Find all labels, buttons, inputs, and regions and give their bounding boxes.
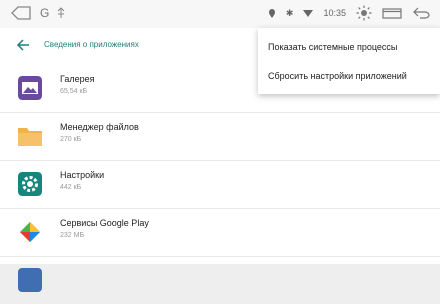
app-list: Галерея 65,54 кБ Менеджер файлов 270 кБ … [0, 64, 440, 292]
menu-item-show-system-processes[interactable]: Показать системные процессы [268, 42, 397, 52]
home-icon[interactable] [10, 6, 32, 20]
window-icon[interactable] [382, 7, 402, 19]
overflow-menu: Показать системные процессы Сбросить нас… [258, 28, 440, 94]
app-size: 270 кБ [60, 136, 82, 143]
google-play-services-icon [20, 222, 40, 242]
status-bar: G ✱ 10:35 [0, 0, 440, 28]
wifi-icon [303, 9, 314, 17]
app-size: 65,54 кБ [60, 88, 88, 95]
list-item-partial[interactable] [0, 256, 440, 304]
folder-icon [18, 128, 42, 146]
app-size: 442 кБ [60, 184, 82, 191]
back-icon[interactable] [412, 7, 430, 19]
app-size: 232 МБ [60, 232, 85, 239]
app-name: Сервисы Google Play [60, 218, 149, 228]
location-icon [268, 8, 275, 18]
brightness-icon[interactable] [356, 5, 372, 21]
list-item[interactable]: Настройки 442 кБ [0, 160, 440, 209]
menu-item-reset-app-preferences[interactable]: Сбросить настройки приложений [268, 71, 407, 81]
g-icon: G [40, 6, 50, 20]
settings-icon [18, 172, 42, 196]
page-title: Сведения о приложениях [44, 40, 139, 49]
app-name: Менеджер файлов [60, 122, 139, 132]
usb-icon [57, 7, 65, 18]
app-name: Галерея [60, 74, 95, 84]
bluetooth-icon: ✱ [285, 7, 294, 18]
list-item[interactable]: Менеджер файлов 270 кБ [0, 112, 440, 161]
app-name: Настройки [60, 170, 105, 180]
gallery-icon [18, 76, 42, 100]
app-icon-partial [18, 268, 42, 292]
clock: 10:35 [323, 8, 346, 18]
back-arrow-icon[interactable] [16, 38, 30, 52]
list-item[interactable]: Сервисы Google Play 232 МБ [0, 208, 440, 257]
